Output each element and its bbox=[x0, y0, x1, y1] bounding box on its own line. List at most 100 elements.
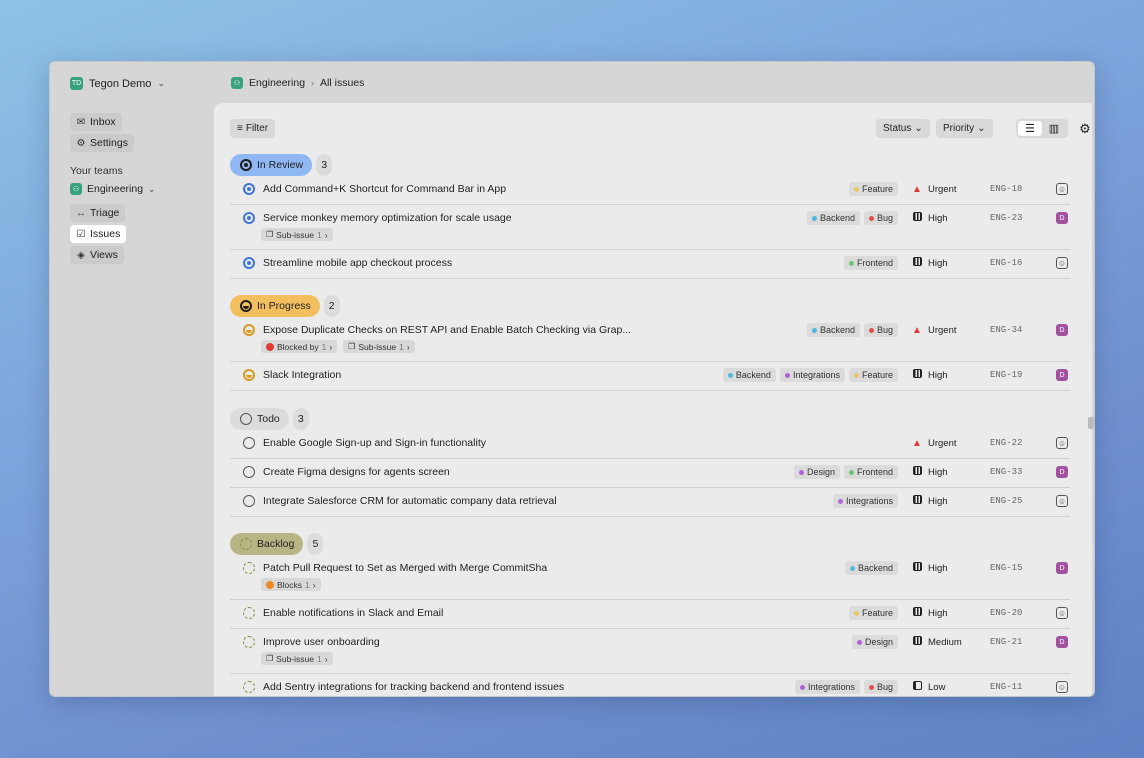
label-badge[interactable]: Backend bbox=[722, 368, 776, 382]
issue-title[interactable]: Slack Integration bbox=[263, 369, 341, 381]
table-row[interactable]: Add Command+K Shortcut for Command Bar i… bbox=[230, 176, 1070, 205]
table-row[interactable]: Slack Integration Backend Integrations Feat… bbox=[230, 362, 1070, 391]
status-todo-icon[interactable] bbox=[243, 495, 255, 507]
sidebar-item-issues[interactable]: ☑ Issues bbox=[70, 225, 127, 243]
status-prog-icon[interactable] bbox=[243, 369, 255, 381]
priority-indicator[interactable]: ▲ Urgent bbox=[908, 438, 986, 449]
relation-chip[interactable]: ❐ Sub-issue 1 › bbox=[343, 340, 415, 353]
status-review-icon[interactable] bbox=[243, 183, 255, 195]
resize-handle[interactable] bbox=[1088, 417, 1094, 429]
status-back-icon[interactable] bbox=[243, 681, 255, 693]
label-badge[interactable]: Frontend bbox=[843, 465, 898, 479]
table-row[interactable]: Add Sentry integrations for tracking bac… bbox=[230, 674, 1070, 696]
label-badge[interactable]: Feature bbox=[848, 182, 898, 196]
priority-indicator[interactable]: ▲ Urgent bbox=[908, 184, 986, 195]
unassigned-icon[interactable]: ☺ bbox=[1056, 257, 1068, 269]
label-badge[interactable]: Bug bbox=[863, 323, 898, 337]
label-badge[interactable]: Integrations bbox=[794, 680, 860, 694]
team-engineering[interactable]: ⚇ Engineering ⌄ bbox=[70, 183, 156, 195]
status-back-icon[interactable] bbox=[243, 562, 255, 574]
relation-chip[interactable]: ❐ Sub-issue 1 › bbox=[261, 228, 333, 241]
avatar[interactable]: D bbox=[1056, 562, 1068, 574]
issue-title[interactable]: Add Command+K Shortcut for Command Bar i… bbox=[263, 183, 506, 195]
issue-title[interactable]: Integrate Salesforce CRM for automatic c… bbox=[263, 495, 557, 507]
label-badge[interactable]: Frontend bbox=[843, 256, 898, 270]
status-back-icon[interactable] bbox=[243, 636, 255, 648]
unassigned-icon[interactable]: ☺ bbox=[1056, 495, 1068, 507]
filter-button[interactable]: ≡ Filter bbox=[230, 119, 276, 138]
avatar[interactable]: D bbox=[1056, 466, 1068, 478]
table-row[interactable]: Patch Pull Request to Set as Merged with… bbox=[230, 555, 1070, 600]
table-row[interactable]: Improve user onboarding ❐ Sub-issue 1 › Desig… bbox=[230, 629, 1070, 674]
priority-indicator[interactable]: Medium bbox=[908, 636, 986, 648]
label-badge[interactable]: Feature bbox=[848, 606, 898, 620]
status-back-icon[interactable] bbox=[243, 607, 255, 619]
group-pill[interactable]: In Progress bbox=[230, 295, 320, 317]
priority-dropdown[interactable]: Priority ⌄ bbox=[936, 119, 993, 138]
settings-gear-icon[interactable]: ⚙ bbox=[1076, 119, 1092, 138]
status-todo-icon[interactable] bbox=[243, 437, 255, 449]
status-review-icon[interactable] bbox=[243, 212, 255, 224]
priority-indicator[interactable]: High bbox=[908, 466, 986, 478]
priority-indicator[interactable]: High bbox=[908, 562, 986, 574]
status-todo-icon[interactable] bbox=[243, 466, 255, 478]
relation-chip[interactable]: Blocked by 1 › bbox=[261, 340, 338, 353]
label-badge[interactable]: Backend bbox=[806, 211, 860, 225]
unassigned-icon[interactable]: ☺ bbox=[1056, 437, 1068, 449]
group-pill[interactable]: In Review bbox=[230, 154, 313, 176]
board-view-icon[interactable]: ▥ bbox=[1042, 121, 1066, 136]
sidebar-item-settings[interactable]: ⚙ Settings bbox=[70, 134, 134, 152]
label-badge[interactable]: Bug bbox=[863, 680, 898, 694]
relation-chip[interactable]: Blocks 1 › bbox=[261, 578, 321, 591]
priority-indicator[interactable]: High bbox=[908, 257, 986, 269]
issue-title[interactable]: Create Figma designs for agents screen bbox=[263, 466, 450, 478]
priority-indicator[interactable]: Low bbox=[908, 681, 986, 693]
sidebar-item-inbox[interactable]: ✉ Inbox bbox=[70, 113, 122, 131]
issue-title[interactable]: Streamline mobile app checkout process bbox=[263, 257, 452, 269]
issue-title[interactable]: Expose Duplicate Checks on REST API and … bbox=[263, 324, 631, 336]
label-badge[interactable]: Feature bbox=[848, 368, 898, 382]
table-row[interactable]: Integrate Salesforce CRM for automatic c… bbox=[230, 488, 1070, 517]
priority-indicator[interactable]: High bbox=[908, 607, 986, 619]
table-row[interactable]: Enable notifications in Slack and Email F… bbox=[230, 600, 1070, 629]
workspace-switcher[interactable]: TD Tegon Demo ⌄ bbox=[70, 77, 165, 90]
status-review-icon[interactable] bbox=[243, 257, 255, 269]
avatar[interactable]: D bbox=[1056, 212, 1068, 224]
priority-indicator[interactable]: High bbox=[908, 495, 986, 507]
unassigned-icon[interactable]: ☺ bbox=[1056, 681, 1068, 693]
priority-indicator[interactable]: High bbox=[908, 212, 986, 224]
group-pill[interactable]: Todo bbox=[230, 408, 289, 430]
status-prog-icon[interactable] bbox=[243, 324, 255, 336]
avatar[interactable]: D bbox=[1056, 636, 1068, 648]
issue-title[interactable]: Improve user onboarding bbox=[263, 636, 380, 648]
issue-title[interactable]: Enable Google Sign-up and Sign-in functi… bbox=[263, 437, 486, 449]
priority-indicator[interactable]: High bbox=[908, 369, 986, 381]
unassigned-icon[interactable]: ☺ bbox=[1056, 607, 1068, 619]
table-row[interactable]: Create Figma designs for agents screen De… bbox=[230, 459, 1070, 488]
avatar[interactable]: D bbox=[1056, 324, 1068, 336]
issue-title[interactable]: Enable notifications in Slack and Email bbox=[263, 607, 443, 619]
label-badge[interactable]: Bug bbox=[863, 211, 898, 225]
table-row[interactable]: Service monkey memory optimization for s… bbox=[230, 205, 1070, 250]
priority-indicator[interactable]: ▲ Urgent bbox=[908, 325, 986, 336]
label-badge[interactable]: Integrations bbox=[779, 368, 845, 382]
issue-title[interactable]: Add Sentry integrations for tracking bac… bbox=[263, 681, 564, 693]
avatar[interactable]: D bbox=[1056, 369, 1068, 381]
relation-chip[interactable]: ❐ Sub-issue 1 › bbox=[261, 652, 333, 665]
sidebar-item-views[interactable]: ◈ Views bbox=[70, 246, 124, 264]
unassigned-icon[interactable]: ☺ bbox=[1056, 183, 1068, 195]
label-badge[interactable]: Backend bbox=[844, 561, 898, 575]
label-badge[interactable]: Backend bbox=[806, 323, 860, 337]
status-dropdown[interactable]: Status ⌄ bbox=[876, 119, 930, 138]
issue-title[interactable]: Patch Pull Request to Set as Merged with… bbox=[263, 562, 547, 574]
label-badge[interactable]: Design bbox=[851, 635, 898, 649]
breadcrumb-team[interactable]: Engineering bbox=[249, 77, 305, 89]
group-pill[interactable]: Backlog bbox=[230, 533, 304, 555]
sidebar-item-triage[interactable]: ↔ Triage bbox=[70, 204, 126, 222]
table-row[interactable]: Enable Google Sign-up and Sign-in functi… bbox=[230, 430, 1070, 459]
table-row[interactable]: Expose Duplicate Checks on REST API and … bbox=[230, 317, 1070, 362]
label-badge[interactable]: Integrations bbox=[832, 494, 898, 508]
issue-title[interactable]: Service monkey memory optimization for s… bbox=[263, 212, 512, 224]
list-view-icon[interactable]: ☰ bbox=[1018, 121, 1042, 136]
label-badge[interactable]: Design bbox=[793, 465, 840, 479]
